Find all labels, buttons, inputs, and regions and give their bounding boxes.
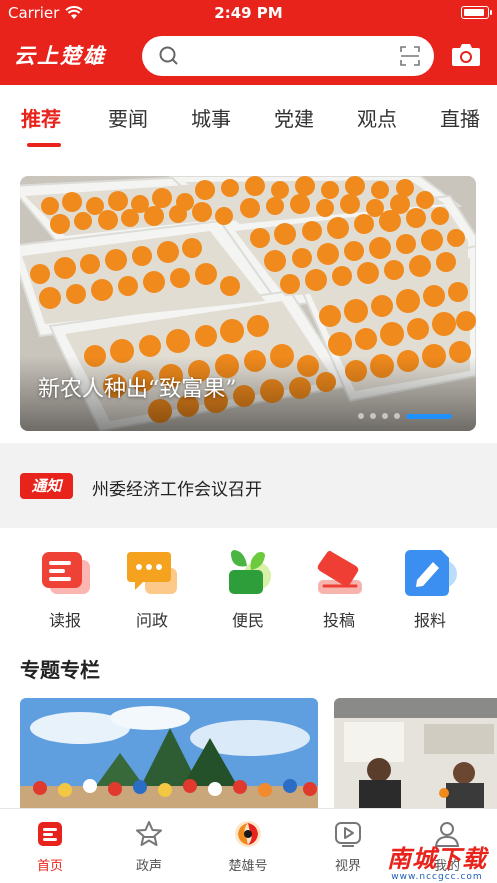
- entry-report[interactable]: 报料: [395, 546, 465, 631]
- carousel-dots: [358, 413, 452, 419]
- tab-recommend[interactable]: 推荐: [21, 103, 61, 132]
- column-card[interactable]: [20, 698, 318, 808]
- notice-text[interactable]: 州委经济工作会议召开: [92, 475, 262, 500]
- entry-convenience[interactable]: 便民: [213, 546, 283, 631]
- carousel-dot[interactable]: [370, 413, 376, 419]
- entry-label: 投稿: [322, 611, 355, 630]
- banner-caption: 新农人种出“致富果”: [38, 377, 237, 402]
- battery-icon: [461, 6, 492, 19]
- section-title: 专题专栏: [20, 658, 100, 682]
- tab-headlines[interactable]: 要闻: [108, 103, 148, 132]
- search-icon: [159, 46, 178, 65]
- nav-gov-voice[interactable]: 政声: [119, 819, 179, 874]
- special-columns-section: 专题专栏: [0, 638, 497, 808]
- search-input[interactable]: [186, 44, 386, 68]
- nav-vision[interactable]: 视界: [318, 819, 378, 874]
- newspaper-icon: [42, 552, 90, 594]
- quick-entries: 读报 问政 便民 投稿 报料: [0, 528, 497, 638]
- submit-icon: [317, 550, 362, 594]
- report-icon: [405, 550, 457, 596]
- entry-label: 便民: [231, 611, 264, 630]
- entry-submit[interactable]: 投稿: [304, 546, 374, 631]
- watermark: 南城下载 www.nccgcc.com: [387, 846, 487, 882]
- tab-city[interactable]: 城事: [191, 103, 231, 132]
- entry-label: 读报: [48, 611, 81, 630]
- plant-icon: [229, 550, 271, 594]
- column-card-image: [20, 698, 318, 808]
- entry-label: 报料: [413, 611, 446, 630]
- app-logo[interactable]: 云上楚雄: [14, 40, 106, 70]
- play-icon: [335, 822, 361, 847]
- notice-bar[interactable]: 通知 州委经济工作会议召开: [0, 443, 497, 528]
- app-header: Carrier 2:49 PM 云上楚雄: [0, 0, 497, 85]
- nav-chuxiong-hao[interactable]: 楚雄号: [218, 819, 278, 874]
- status-bar: Carrier 2:49 PM: [0, 0, 497, 26]
- nav-label: 首页: [36, 859, 63, 874]
- active-tab-indicator: [27, 143, 61, 147]
- carousel-dot-active[interactable]: [406, 413, 452, 419]
- nav-home[interactable]: 首页: [20, 819, 80, 874]
- home-news-icon: [38, 822, 62, 846]
- entry-label: 问政: [135, 611, 168, 630]
- channel-tabs: 推荐 要闻 城事 党建 观点 直播: [0, 85, 497, 155]
- camera-icon[interactable]: [451, 42, 481, 68]
- tab-live[interactable]: 直播: [440, 103, 480, 132]
- nav-label: 政声: [135, 859, 162, 874]
- banner-section: 新农人种出“致富果”: [0, 155, 497, 443]
- carousel-dot[interactable]: [394, 413, 400, 419]
- watermark-main: 南城下载: [387, 845, 487, 873]
- banner-carousel[interactable]: 新农人种出“致富果”: [20, 176, 476, 431]
- star-icon: [136, 821, 162, 846]
- carousel-dot[interactable]: [382, 413, 388, 419]
- notice-badge: 通知: [20, 473, 73, 499]
- column-card-image: [334, 698, 497, 808]
- tab-party[interactable]: 党建: [274, 103, 314, 132]
- chuxiong-logo-icon: [235, 821, 261, 847]
- watermark-sub: www.nccgcc.com: [391, 872, 483, 882]
- entry-read-paper[interactable]: 读报: [30, 546, 100, 631]
- scan-icon[interactable]: [400, 46, 420, 66]
- search-bar[interactable]: [142, 36, 434, 76]
- tab-opinion[interactable]: 观点: [357, 103, 397, 132]
- status-time: 2:49 PM: [214, 4, 283, 22]
- nav-label: 楚雄号: [228, 859, 268, 874]
- nav-label: 视界: [334, 859, 361, 874]
- entry-ask-gov[interactable]: 问政: [117, 546, 187, 631]
- carousel-dot[interactable]: [358, 413, 364, 419]
- column-card[interactable]: [334, 698, 497, 808]
- chat-bubble-icon: [127, 552, 177, 594]
